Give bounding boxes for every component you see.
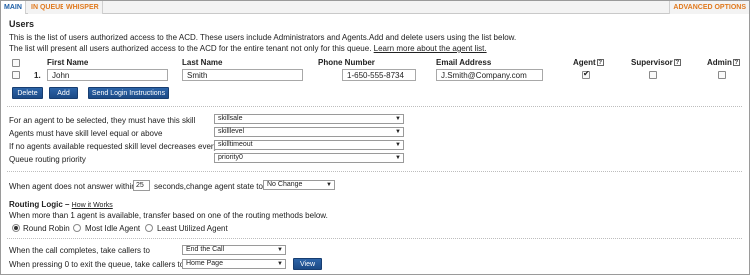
col-last-name: Last Name [182, 58, 223, 67]
exit-queue-label: When pressing 0 to exit the queue, take … [9, 260, 185, 269]
col-admin-label: Admin [707, 58, 732, 67]
dropdown-arrow-icon: ▼ [395, 129, 401, 135]
divider [7, 238, 742, 239]
required-skill-value: skillsale [218, 115, 243, 122]
dropdown-arrow-icon: ▼ [395, 142, 401, 148]
required-skill-label: For an agent to be selected, they must h… [9, 116, 196, 125]
most-idle-agent-label: Most Idle Agent [85, 224, 141, 233]
routing-logic-description: When more than 1 agent is available, tra… [9, 211, 328, 220]
row-select-checkbox[interactable] [12, 71, 20, 79]
view-button[interactable]: View [293, 258, 322, 270]
skill-level-label: Agents must have skill level equal or ab… [9, 129, 163, 138]
routing-priority-select[interactable]: priority0 ▼ [214, 153, 404, 163]
users-heading: Users [9, 19, 35, 29]
col-admin: Admin? [707, 58, 740, 67]
advanced-options-tab[interactable]: ADVANCED OPTIONS [669, 1, 749, 14]
dropdown-arrow-icon: ▼ [395, 155, 401, 161]
no-answer-suffix: seconds,change agent state to [154, 182, 263, 191]
users-description-1: This is the list of users authorized acc… [9, 33, 517, 42]
add-button[interactable]: Add [49, 87, 78, 99]
routing-priority-value: priority0 [218, 154, 243, 161]
agent-state-select[interactable]: No Change ▼ [263, 180, 335, 190]
how-it-works-link[interactable]: How it Works [72, 202, 113, 209]
col-supervisor-label: Supervisor [631, 58, 673, 67]
col-first-name: First Name [47, 58, 89, 67]
exit-queue-select[interactable]: Home Page ▼ [182, 259, 286, 269]
select-all-checkbox[interactable] [12, 59, 20, 67]
skill-timeout-select[interactable]: skilltimeout ▼ [214, 140, 404, 150]
required-skill-select[interactable]: skillsale ▼ [214, 114, 404, 124]
no-answer-prefix: When agent does not answer within [9, 182, 136, 191]
email-address-field[interactable] [436, 69, 543, 81]
help-icon[interactable]: ? [673, 59, 681, 66]
row-index: 1. [34, 71, 41, 80]
dropdown-arrow-icon: ▼ [395, 116, 401, 122]
routing-logic-heading: Routing Logic – [9, 200, 70, 209]
tab-bar: MAIN IN QUEUE WHISPER ADVANCED OPTIONS [1, 1, 749, 14]
col-phone-number: Phone Number [318, 58, 375, 67]
round-robin-radio[interactable] [12, 224, 20, 232]
first-name-field[interactable] [47, 69, 168, 81]
help-icon[interactable]: ? [732, 59, 740, 66]
exit-queue-value: Home Page [186, 260, 223, 267]
dropdown-arrow-icon: ▼ [277, 261, 283, 267]
send-login-instructions-button[interactable]: Send Login Instructions [88, 87, 169, 99]
supervisor-checkbox[interactable] [649, 71, 657, 79]
users-description-2-text: The list will present all users authoriz… [9, 44, 372, 53]
divider [7, 171, 742, 172]
most-idle-agent-radio[interactable] [73, 224, 81, 232]
round-robin-label: Round Robin [23, 224, 70, 233]
last-name-field[interactable] [182, 69, 303, 81]
routing-priority-label: Queue routing priority [9, 155, 86, 164]
col-agent-label: Agent [573, 58, 596, 67]
dropdown-arrow-icon: ▼ [326, 182, 332, 188]
help-icon[interactable]: ? [596, 59, 604, 66]
call-complete-select[interactable]: End the Call ▼ [182, 245, 286, 255]
skill-level-value: skilllevel [218, 128, 245, 135]
phone-number-field[interactable] [342, 69, 416, 81]
acd-queue-panel: MAIN IN QUEUE WHISPER ADVANCED OPTIONS U… [0, 0, 750, 275]
call-complete-value: End the Call [186, 246, 225, 253]
dropdown-arrow-icon: ▼ [277, 247, 283, 253]
agent-checkbox[interactable] [582, 69, 590, 79]
col-supervisor: Supervisor? [631, 58, 681, 67]
skill-level-select[interactable]: skilllevel ▼ [214, 127, 404, 137]
skill-timeout-value: skilltimeout [218, 141, 253, 148]
col-agent: Agent? [573, 58, 604, 67]
delete-button[interactable]: Delete [12, 87, 43, 99]
routing-logic-title: Routing Logic – How it Works [9, 200, 113, 209]
admin-checkbox[interactable] [718, 71, 726, 79]
agent-state-value: No Change [267, 181, 303, 188]
learn-more-agent-list-link[interactable]: Learn more about the agent list. [374, 44, 487, 53]
col-email-address: Email Address [436, 58, 492, 67]
no-answer-seconds-field[interactable]: 25 [133, 180, 150, 191]
users-description-2: The list will present all users authoriz… [9, 44, 487, 53]
least-utilized-agent-label: Least Utilized Agent [157, 224, 228, 233]
tab-main[interactable]: MAIN [1, 1, 26, 14]
divider [7, 106, 742, 107]
call-complete-label: When the call completes, take callers to [9, 246, 150, 255]
skill-timeout-label: If no agents available requested skill l… [9, 142, 218, 151]
tab-whisper[interactable]: WHISPER [63, 1, 103, 14]
least-utilized-agent-radio[interactable] [145, 224, 153, 232]
